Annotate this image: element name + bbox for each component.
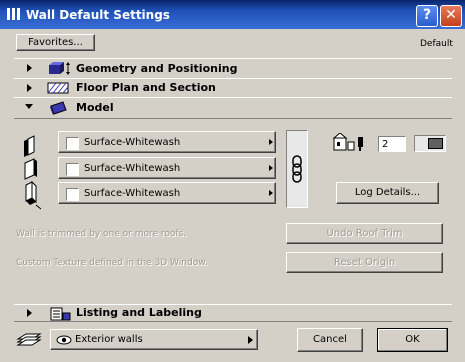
section-floor-plan[interactable]: Floor Plan and Section	[14, 78, 452, 98]
reset-origin-button[interactable]: Reset Origin	[286, 252, 443, 273]
surface-label: Surface-Whitewash	[84, 188, 181, 199]
log-count-input[interactable]: 2	[378, 136, 406, 152]
cube-icon	[49, 62, 70, 75]
favorites-button[interactable]: Favorites...	[16, 34, 95, 51]
layers-icon	[16, 333, 42, 346]
surface-checkbox[interactable]	[66, 163, 79, 176]
title-bar[interactable]: Wall Default Settings ? ✕	[0, 0, 465, 29]
wall-shape-icon	[50, 101, 67, 115]
surface-selector-3[interactable]: Surface-Whitewash	[58, 182, 276, 204]
log-details-button[interactable]: Log Details...	[336, 182, 439, 204]
log-icon	[333, 133, 363, 151]
app-icon	[7, 8, 20, 20]
surface-label: Surface-Whitewash	[84, 163, 181, 174]
expand-arrow-icon[interactable]	[27, 309, 32, 317]
chevron-right-icon	[248, 336, 253, 344]
trim-message: Wall is trimmed by one or more roofs.	[16, 229, 187, 239]
switch-knob	[428, 138, 443, 149]
link-toggle[interactable]	[286, 130, 308, 208]
section-label: Floor Plan and Section	[76, 81, 216, 94]
undo-roof-trim-button[interactable]: Undo Roof Trim	[286, 223, 443, 244]
section-label: Geometry and Positioning	[76, 62, 238, 75]
surface-label: Surface-Whitewash	[84, 137, 181, 148]
section-model[interactable]: Model	[14, 97, 452, 119]
section-label: Model	[76, 101, 114, 114]
ok-button[interactable]: OK	[377, 328, 448, 352]
section-label: Listing and Labeling	[76, 306, 202, 319]
surface-checkbox[interactable]	[66, 188, 79, 201]
section-listing[interactable]: Listing and Labeling	[14, 304, 452, 322]
layer-selector[interactable]: Exterior walls	[50, 329, 258, 350]
layer-value: Exterior walls	[75, 334, 143, 345]
log-toggle-switch[interactable]	[414, 135, 446, 152]
chevron-right-icon	[269, 165, 273, 171]
window-title: Wall Default Settings	[26, 8, 170, 22]
wall-right-surface-icon	[25, 181, 42, 210]
collapse-arrow-icon[interactable]	[25, 104, 33, 109]
close-button[interactable]: ✕	[440, 5, 462, 27]
chevron-right-icon	[269, 190, 273, 196]
texture-message: Custom Texture defined in the 3D Window.	[16, 258, 208, 268]
surface-selector-2[interactable]: Surface-Whitewash	[58, 157, 276, 179]
expand-arrow-icon[interactable]	[27, 64, 32, 72]
chevron-right-icon	[269, 139, 273, 145]
surface-selector-1[interactable]: Surface-Whitewash	[58, 131, 276, 153]
chain-link-icon	[292, 155, 302, 183]
list-icon	[50, 307, 71, 321]
help-button[interactable]: ?	[416, 5, 438, 27]
default-label: Default	[420, 39, 453, 49]
hatch-icon	[47, 82, 69, 94]
wall-left-surface-icon	[24, 135, 35, 157]
expand-arrow-icon[interactable]	[27, 84, 32, 92]
eye-icon	[56, 335, 72, 345]
surface-checkbox[interactable]	[66, 137, 79, 150]
cancel-button[interactable]: Cancel	[297, 328, 363, 352]
wall-edge-surface-icon	[24, 158, 37, 180]
section-geometry[interactable]: Geometry and Positioning	[14, 58, 452, 79]
